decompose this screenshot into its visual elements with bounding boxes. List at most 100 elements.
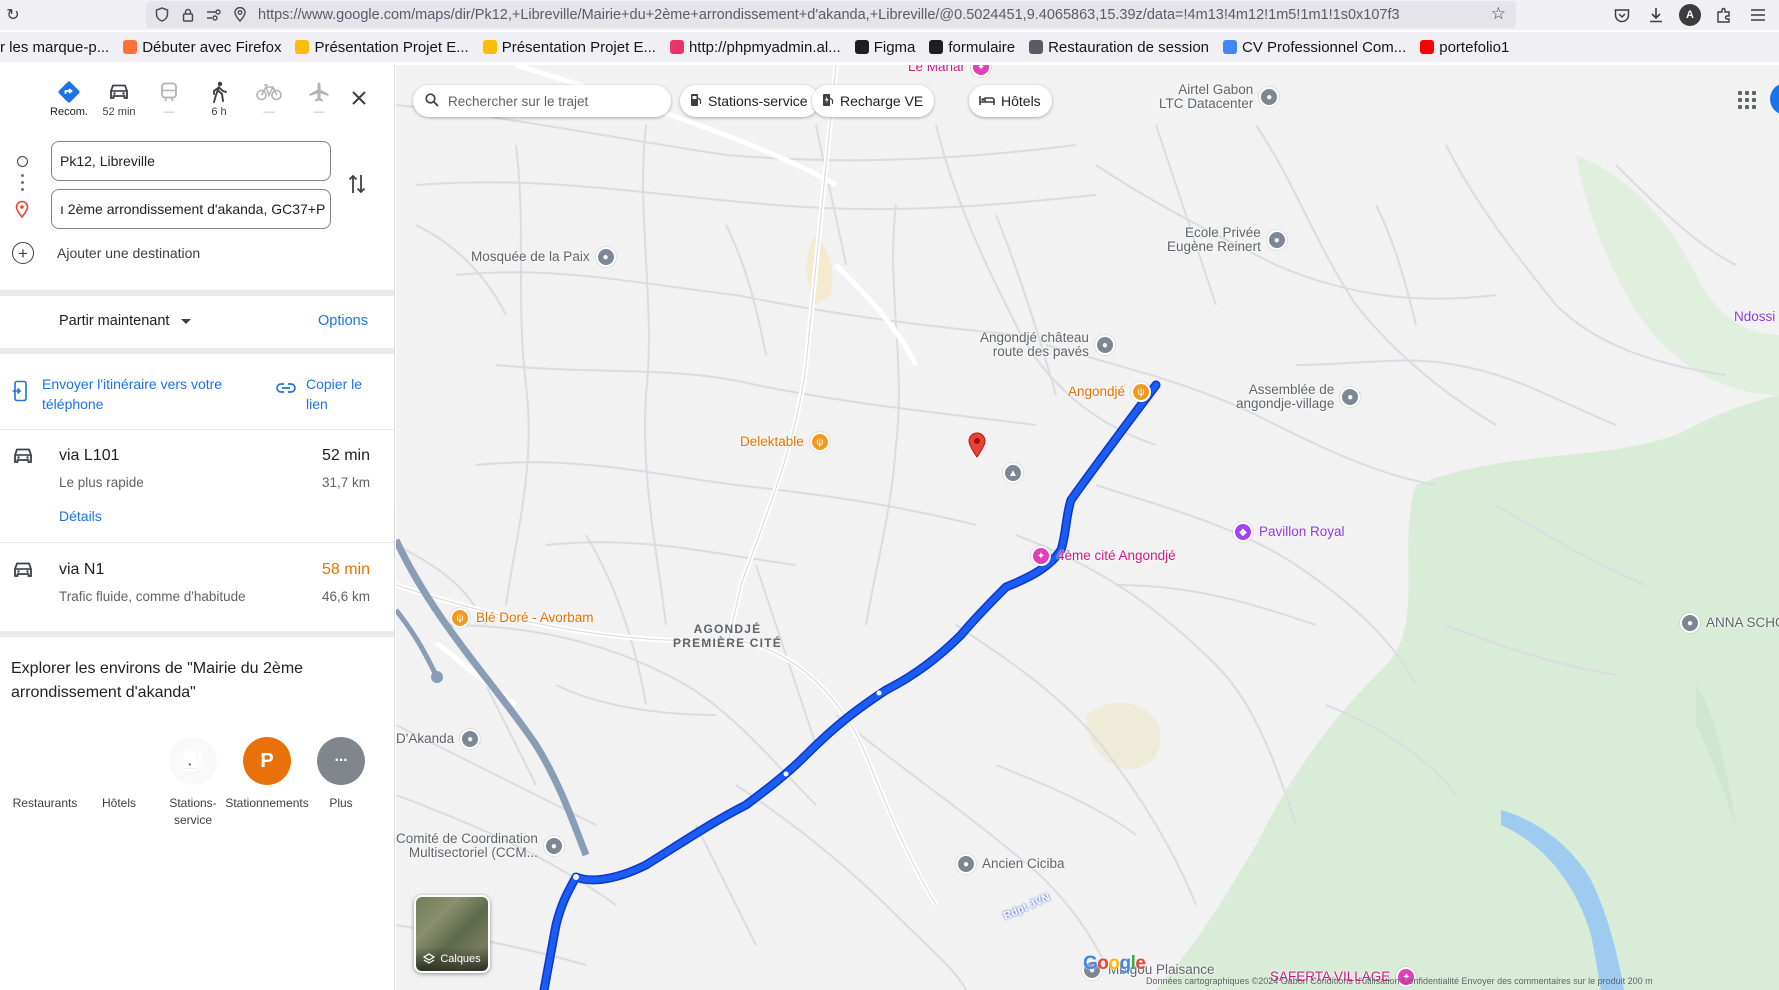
- bookmark-item[interactable]: http://phpmyadmin.al...: [669, 38, 841, 56]
- location-permission-icon[interactable]: [230, 5, 250, 25]
- lock-icon[interactable]: [178, 5, 198, 25]
- bookmark-favicon-icon: [482, 40, 497, 54]
- bookmark-item[interactable]: Présentation Projet E...: [295, 39, 469, 56]
- map-poi[interactable]: Le Manar ✦: [908, 65, 992, 77]
- pocket-icon[interactable]: [1611, 4, 1633, 26]
- map-poi[interactable]: ● ANNA SCHO: [1680, 613, 1779, 633]
- options-button[interactable]: Options: [318, 313, 368, 329]
- travel-mode-tabs: Recom. 52 min — 6 h — —: [44, 79, 344, 125]
- map-poi[interactable]: Mosquée de la Paix ●: [471, 247, 616, 267]
- explore-category-button[interactable]: P Stationnements: [225, 737, 309, 829]
- map-poi[interactable]: ✦ 4ème cité Angondjé: [1031, 546, 1176, 566]
- explore-category-button[interactable]: ··· Plus: [304, 737, 378, 829]
- bookmark-item[interactable]: portefolio1: [1420, 39, 1509, 56]
- route-option-2[interactable]: via N1 58 min Trafic fluide, comme d'hab…: [0, 561, 394, 621]
- bookmark-item[interactable]: Figma: [854, 38, 916, 56]
- map-poi[interactable]: Ndossi: [1734, 310, 1779, 324]
- shield-icon[interactable]: [152, 5, 172, 25]
- map-poi[interactable]: Delektable ψ: [740, 432, 830, 452]
- poi-marker-icon: ●: [1259, 87, 1280, 107]
- close-directions-button[interactable]: [346, 85, 372, 111]
- mode-car-label: 52 min: [102, 106, 136, 118]
- search-along-route-input[interactable]: Rechercher sur le trajet: [413, 85, 671, 117]
- bookmark-item[interactable]: CV Professionnel Com...: [1223, 39, 1406, 56]
- map-poi[interactable]: Assemblée de angondje-village ●: [1236, 383, 1361, 411]
- mode-transit[interactable]: —: [144, 79, 194, 125]
- map-poi[interactable]: Airtel Gabon LTC Datacenter ●: [1159, 83, 1280, 111]
- search-placeholder: Rechercher sur le trajet: [448, 93, 589, 109]
- fuel-icon: ⛽: [169, 737, 217, 785]
- bookmark-label: http://phpmyadmin.al...: [688, 38, 841, 56]
- destination-input[interactable]: ı 2ème arrondissement d'akanda, GC37+P: [51, 189, 331, 229]
- explore-category-button[interactable]: 🛏 Hôtels: [82, 737, 156, 829]
- parking-icon: P: [243, 737, 291, 785]
- explore-category-label: Restaurants: [12, 796, 78, 810]
- chip-gas-stations[interactable]: Stations-service: [680, 85, 819, 117]
- copy-link-button[interactable]: Copier le lien: [276, 374, 386, 414]
- bookmark-item[interactable]: Débuter avec Firefox: [123, 39, 281, 56]
- map-poi[interactable]: ψ Blé Doré - Avorbam: [450, 608, 594, 628]
- extensions-icon[interactable]: [1713, 4, 1735, 26]
- explore-category-label: Stations- service: [169, 796, 217, 827]
- map-poi[interactable]: Angondjé ψ: [1068, 382, 1152, 402]
- downloads-icon[interactable]: [1645, 4, 1667, 26]
- explore-category-button[interactable]: ⛽ Stations- service: [156, 737, 230, 829]
- bed-icon: 🛏: [95, 737, 143, 785]
- map-poi[interactable]: ● Ancien Ciciba: [956, 854, 1065, 874]
- swap-waypoints-button[interactable]: [344, 171, 370, 197]
- bookmark-label: r les marque-p...: [0, 38, 110, 56]
- bookmark-item[interactable]: Restauration de session: [1029, 39, 1209, 56]
- route-duration: 52 min: [321, 447, 370, 464]
- permissions-icon[interactable]: [204, 5, 224, 25]
- poi-label: Ndossi: [1734, 309, 1776, 324]
- map-poi[interactable]: Angondjé château route des pavés ●: [980, 331, 1115, 359]
- bookmark-item[interactable]: r les marque-p...: [0, 39, 109, 56]
- origin-input[interactable]: Pk12, Libreville: [51, 141, 331, 181]
- explore-category-button[interactable]: 🍴 Restaurants: [8, 737, 82, 829]
- map-poi[interactable]: ◆ Pavillon Royal: [1233, 522, 1345, 542]
- chip-ev-charging[interactable]: Recharge VE: [812, 85, 935, 117]
- profile-avatar[interactable]: A: [1679, 4, 1701, 26]
- url-bar[interactable]: https://www.google.com/maps/dir/Pk12,+Li…: [146, 1, 1516, 28]
- bookmark-star-icon[interactable]: ☆: [1491, 4, 1506, 24]
- poi-marker-icon: ●: [1094, 335, 1115, 355]
- send-to-phone-label: Envoyer l'itinéraire vers votre téléphon…: [42, 376, 223, 412]
- google-apps-icon[interactable]: [1734, 87, 1760, 113]
- url-text[interactable]: https://www.google.com/maps/dir/Pk12,+Li…: [258, 7, 1498, 23]
- route-subtitle: Trafic fluide, comme d'habitude: [59, 589, 246, 604]
- mode-bike-label: —: [263, 106, 275, 118]
- school-marker-icon[interactable]: ▲: [1003, 463, 1023, 483]
- route-name: via N1: [59, 561, 105, 578]
- mode-bike[interactable]: —: [244, 79, 294, 125]
- mode-car[interactable]: 52 min: [94, 79, 144, 125]
- poi-marker-icon: ψ: [809, 432, 830, 452]
- bookmark-label: Figma: [873, 38, 916, 56]
- mode-walk[interactable]: 6 h: [194, 79, 244, 125]
- bookmark-item[interactable]: Présentation Projet E...: [482, 39, 656, 56]
- divider: [0, 290, 394, 296]
- link-icon: [276, 379, 296, 414]
- layers-button[interactable]: Calques: [414, 895, 490, 973]
- reload-icon[interactable]: ↻: [2, 4, 24, 26]
- depart-time-dropdown[interactable]: Partir maintenant: [59, 313, 192, 329]
- bookmark-item[interactable]: formulaire: [929, 39, 1015, 56]
- destination-marker-icon[interactable]: [968, 432, 986, 463]
- add-destination-button[interactable]: + Ajouter une destination: [12, 242, 200, 264]
- map-poi[interactable]: D'Akanda ●: [396, 729, 481, 749]
- poi-label: Angondjé château route des pavés: [980, 330, 1089, 359]
- chip-hotels[interactable]: Hôtels: [969, 85, 1052, 117]
- route-details-link[interactable]: Détails: [59, 508, 102, 524]
- send-to-phone-button[interactable]: Envoyer l'itinéraire vers votre téléphon…: [12, 374, 232, 414]
- bookmark-favicon-icon: [1223, 40, 1238, 54]
- bed-icon: [979, 94, 995, 109]
- route-option-1[interactable]: via L101 52 min Le plus rapide 31,7 km D…: [0, 447, 394, 537]
- map-canvas[interactable]: ▲ Rdpt JVN AGONDJÉ PREMIÈRE CITÉ Le Mana…: [396, 65, 1779, 990]
- mode-best[interactable]: Recom.: [44, 79, 94, 125]
- divider: [0, 348, 394, 354]
- poi-label: Pavillon Royal: [1259, 524, 1345, 539]
- map-poi[interactable]: Ecole Privée Eugène Reinert ●: [1167, 226, 1287, 254]
- mode-flight[interactable]: —: [294, 79, 344, 125]
- bookmark-favicon-icon: [1029, 40, 1044, 54]
- menu-icon[interactable]: [1747, 4, 1769, 26]
- map-poi[interactable]: Comité de Coordination Multisectoriel (C…: [396, 832, 564, 860]
